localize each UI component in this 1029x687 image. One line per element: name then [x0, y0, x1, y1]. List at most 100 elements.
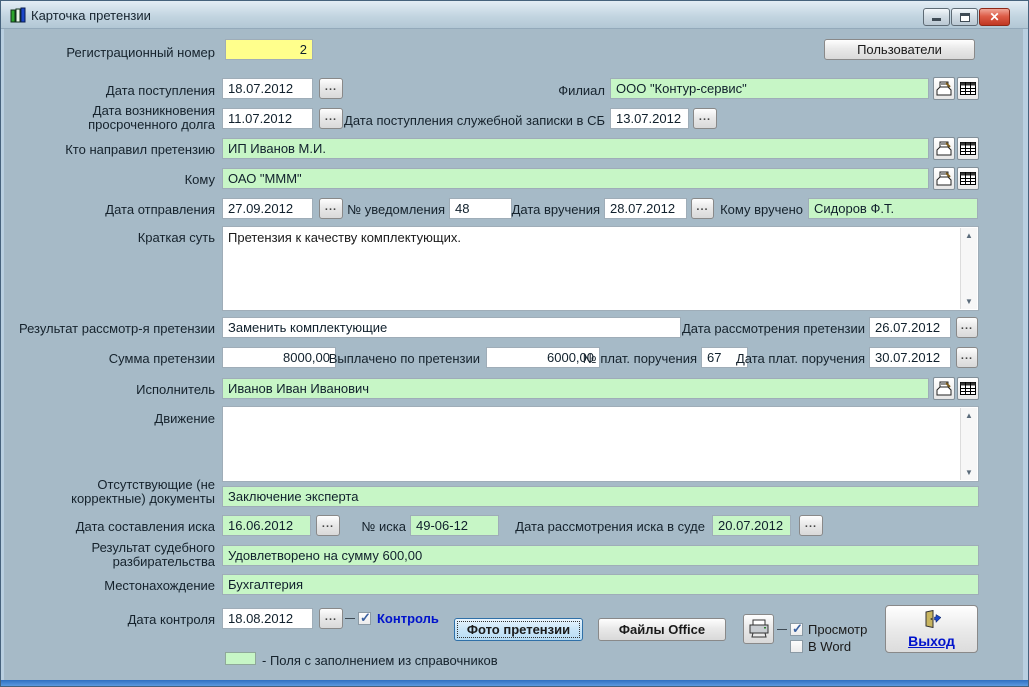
summary-scrollbar[interactable]: ▲ ▼: [960, 228, 977, 309]
missing-docs-field[interactable]: Заключение эксперта: [222, 486, 979, 507]
debt-date-field[interactable]: 11.07.2012: [222, 108, 313, 129]
claim-date-field[interactable]: 16.06.2012: [222, 515, 311, 536]
scroll-up-icon[interactable]: ▲: [961, 228, 977, 243]
word-checkbox-label: В Word: [808, 639, 852, 654]
close-icon: ✕: [989, 10, 1000, 24]
branch-dictionary-button[interactable]: [933, 77, 955, 100]
claim-no-label: № иска: [361, 519, 406, 534]
location-label: Местонахождение: [104, 578, 215, 593]
table-icon: [960, 142, 976, 155]
legend-green-swatch: [225, 652, 256, 665]
browse-delivery-date-button[interactable]: ...: [691, 198, 714, 219]
office-files-button[interactable]: Файлы Office: [598, 618, 726, 641]
browse-claim-date-button[interactable]: ...: [316, 515, 340, 536]
titlebar: Карточка претензии: [1, 1, 1028, 29]
court-date-field[interactable]: 20.07.2012: [712, 515, 791, 536]
control-date-field[interactable]: 18.08.2012: [222, 608, 313, 629]
exit-button-label: Выход: [908, 633, 955, 649]
location-field[interactable]: Бухгалтерия: [222, 574, 979, 595]
amount-label: Сумма претензии: [108, 351, 215, 366]
card-index-icon: [936, 81, 952, 96]
amount-field[interactable]: 8000,00: [222, 347, 336, 368]
reg-number-field[interactable]: 2: [225, 39, 313, 60]
movement-field[interactable]: ▲ ▼: [222, 406, 979, 482]
word-checkbox[interactable]: [790, 640, 803, 653]
payment-date-field[interactable]: 30.07.2012: [869, 347, 951, 368]
date-received-label: Дата поступления: [105, 83, 215, 98]
summary-field[interactable]: Претензия к качеству комплектующих. ▲ ▼: [222, 226, 979, 311]
browse-memo-date-button[interactable]: ...: [693, 108, 717, 129]
preview-checkbox-label: Просмотр: [808, 622, 868, 637]
table-icon: [960, 172, 976, 185]
review-date-field[interactable]: 26.07.2012: [869, 317, 951, 338]
delivered-to-field[interactable]: Сидоров Ф.Т.: [808, 198, 978, 219]
browse-control-date-button[interactable]: ...: [319, 608, 343, 629]
scroll-up-icon[interactable]: ▲: [961, 408, 977, 423]
missing-docs-label: Отсутствующие (не корректные) документы: [71, 477, 215, 506]
browse-date-received-button[interactable]: ...: [319, 78, 343, 99]
court-result-label: Результат судебного разбирательства: [91, 540, 215, 569]
browse-sent-date-button[interactable]: ...: [319, 198, 343, 219]
delivery-date-label: Дата вручения: [511, 202, 600, 217]
control-date-label: Дата контроля: [127, 612, 215, 627]
scroll-down-icon[interactable]: ▼: [961, 294, 977, 309]
branch-field[interactable]: ООО "Контур-сервис": [610, 78, 929, 99]
browse-review-date-button[interactable]: ...: [956, 317, 978, 338]
maximize-button[interactable]: [951, 8, 978, 26]
sent-date-field[interactable]: 27.09.2012: [222, 198, 313, 219]
debt-date-label: Дата возникновения просроченного долга: [88, 103, 215, 132]
minimize-icon: [932, 18, 941, 21]
control-checkbox[interactable]: [358, 610, 371, 626]
movement-scrollbar[interactable]: ▲ ▼: [960, 408, 977, 480]
preview-checkbox[interactable]: [790, 621, 803, 637]
legend-text: - Поля с заполнением из справочников: [262, 653, 498, 668]
summary-text: Претензия к качеству комплектующих.: [228, 230, 461, 245]
result-field[interactable]: Заменить комплектующие: [222, 317, 681, 338]
sender-field[interactable]: ИП Иванов М.И.: [222, 138, 929, 159]
window-frame-right: [1023, 1, 1028, 686]
connector-line: [777, 629, 787, 630]
notice-no-field[interactable]: 48: [449, 198, 512, 219]
close-button[interactable]: ✕: [979, 8, 1010, 26]
browse-court-date-button[interactable]: ...: [799, 515, 823, 536]
recipient-table-button[interactable]: [957, 167, 979, 190]
table-icon: [960, 382, 976, 395]
sender-table-button[interactable]: [957, 137, 979, 160]
delivery-date-field[interactable]: 28.07.2012: [604, 198, 687, 219]
executor-dictionary-button[interactable]: [933, 377, 955, 400]
date-received-field[interactable]: 18.07.2012: [222, 78, 313, 99]
printer-icon: [749, 619, 768, 638]
browse-payment-date-button[interactable]: ...: [956, 347, 978, 368]
court-result-field[interactable]: Удовлетворено на сумму 600,00: [222, 545, 979, 566]
users-button[interactable]: Пользователи: [824, 39, 975, 60]
card-index-icon: [936, 141, 952, 156]
sender-dictionary-button[interactable]: [933, 137, 955, 160]
browse-debt-date-button[interactable]: ...: [319, 108, 343, 129]
payment-date-label: Дата плат. поручения: [735, 351, 865, 366]
memo-date-label: Дата поступления служебной записки в СБ: [344, 113, 605, 128]
payment-no-label: № плат. поручения: [582, 351, 697, 366]
summary-label: Краткая суть: [137, 230, 215, 245]
branch-label: Филиал: [558, 83, 605, 98]
memo-date-field[interactable]: 13.07.2012: [610, 108, 689, 129]
executor-table-button[interactable]: [957, 377, 979, 400]
connector-line: [345, 618, 355, 619]
photo-button[interactable]: Фото претензии: [454, 618, 583, 641]
result-label: Результат рассмотр-я претензии: [18, 321, 215, 336]
print-button[interactable]: [743, 614, 774, 644]
notice-no-label: № уведомления: [347, 202, 445, 217]
executor-field[interactable]: Иванов Иван Иванович: [222, 378, 929, 399]
recipient-dictionary-button[interactable]: [933, 167, 955, 190]
sent-date-label: Дата отправления: [105, 202, 215, 217]
exit-button[interactable]: Выход: [885, 605, 978, 653]
claim-no-field[interactable]: 49-06-12: [410, 515, 499, 536]
card-index-icon: [936, 171, 952, 186]
scroll-down-icon[interactable]: ▼: [961, 465, 977, 480]
maximize-icon: [960, 13, 970, 22]
recipient-label: Кому: [184, 172, 215, 187]
minimize-button[interactable]: [923, 8, 950, 26]
branch-table-button[interactable]: [957, 77, 979, 100]
sender-label: Кто направил претензию: [65, 142, 215, 157]
recipient-field[interactable]: ОАО "МММ": [222, 168, 929, 189]
paid-label: Выплачено по претензии: [328, 351, 480, 366]
